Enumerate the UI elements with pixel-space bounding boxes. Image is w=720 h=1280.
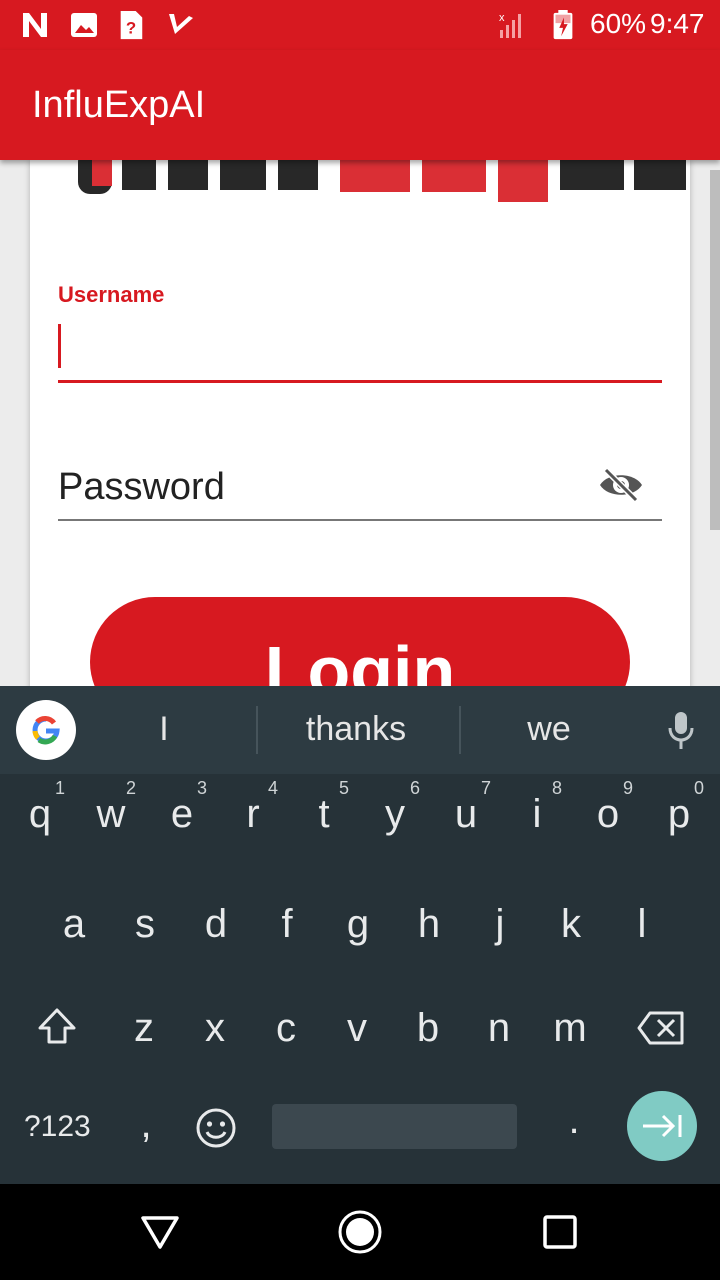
username-input[interactable] [58,310,662,386]
n-app-icon [23,13,47,37]
key-b[interactable]: b [392,1006,464,1051]
next-button[interactable] [627,1091,697,1161]
recents-icon[interactable] [543,1215,577,1249]
key-q[interactable]: q [4,792,76,837]
username-underline [58,380,662,383]
app-title: InfluExpAI [32,84,206,126]
google-icon[interactable] [16,700,76,760]
home-icon[interactable] [337,1209,383,1255]
key-d[interactable]: d [180,902,252,947]
key-u[interactable]: u [430,792,502,837]
shift-icon[interactable] [36,1006,78,1048]
key-n[interactable]: n [463,1006,535,1051]
suggestion-2[interactable]: thanks [266,710,446,749]
battery-percent: 60% [590,8,647,39]
clock: 9:47 [650,8,705,39]
password-underline [58,519,662,521]
key-hint: 1 [55,778,66,798]
suggestion-1[interactable]: I [74,710,254,749]
no-signal-icon: x [499,12,521,38]
status-bar: ? x 60% 9:47 [0,0,720,50]
key-t[interactable]: t [288,792,360,837]
microphone-icon[interactable] [666,710,696,752]
symbols-key[interactable]: ?123 [24,1110,91,1144]
key-x[interactable]: x [179,1006,251,1051]
app-logo [50,160,690,204]
suggestion-strip: I thanks we [0,686,720,774]
back-icon[interactable] [140,1214,180,1250]
suggestion-divider [256,706,258,754]
svg-text:x: x [499,12,505,24]
help-file-icon: ? [120,10,143,40]
key-i[interactable]: i [501,792,573,837]
soft-keyboard: I thanks we q w e r t y u i o p 1 2 3 4 … [0,686,720,1184]
key-h[interactable]: h [393,902,465,947]
space-bar[interactable] [272,1104,517,1149]
emoji-icon[interactable] [194,1106,238,1150]
key-period[interactable]: . [538,1098,610,1143]
tab-next-icon [643,1114,682,1138]
login-button-label: Login [264,632,456,686]
key-e[interactable]: e [146,792,218,837]
key-l[interactable]: l [606,902,678,947]
key-p[interactable]: p [643,792,715,837]
key-o[interactable]: o [572,792,644,837]
login-card: Username Password Login [30,160,690,686]
login-screen: Username Password Login [0,160,720,686]
key-s[interactable]: s [109,902,181,947]
key-hint: 9 [623,778,634,798]
key-a[interactable]: a [38,902,110,947]
key-v[interactable]: v [321,1006,393,1051]
key-row-2: a s d f g h j k l [0,886,720,986]
key-hint: 6 [410,778,421,798]
key-row-4: ?123 , . [0,1086,720,1184]
key-f[interactable]: f [251,902,323,947]
app-bar: InfluExpAI [0,50,720,160]
battery-charging-icon [553,10,573,40]
username-label: Username [58,282,165,307]
key-hint: 7 [481,778,492,798]
backspace-icon[interactable] [636,1010,686,1046]
key-w[interactable]: w [75,792,147,837]
check-icon [169,14,193,34]
login-button[interactable]: Login [90,597,630,686]
key-m[interactable]: m [534,1006,606,1051]
navigation-bar [0,1184,720,1280]
key-y[interactable]: y [359,792,431,837]
password-input[interactable]: Password [58,450,662,522]
key-c[interactable]: c [250,1006,322,1051]
key-comma[interactable]: , [110,1102,182,1147]
key-hint: 3 [197,778,208,798]
key-row-1: q w e r t y u i o p 1 2 3 4 5 6 7 8 9 0 [0,774,720,874]
visibility-off-icon[interactable] [598,464,644,506]
key-g[interactable]: g [322,902,394,947]
scrollbar[interactable] [710,170,720,530]
key-k[interactable]: k [535,902,607,947]
svg-text:?: ? [126,18,136,37]
key-row-3: z x c v b n m [0,986,720,1086]
key-hint: 8 [552,778,563,798]
key-r[interactable]: r [217,792,289,837]
password-placeholder: Password [58,466,225,508]
image-icon [71,13,97,37]
text-cursor [58,324,61,368]
key-hint: 2 [126,778,137,798]
key-z[interactable]: z [108,1006,180,1051]
key-hint: 4 [268,778,279,798]
suggestion-3[interactable]: we [459,710,639,749]
key-hint: 5 [339,778,350,798]
key-hint: 0 [694,778,705,798]
key-j[interactable]: j [464,902,536,947]
